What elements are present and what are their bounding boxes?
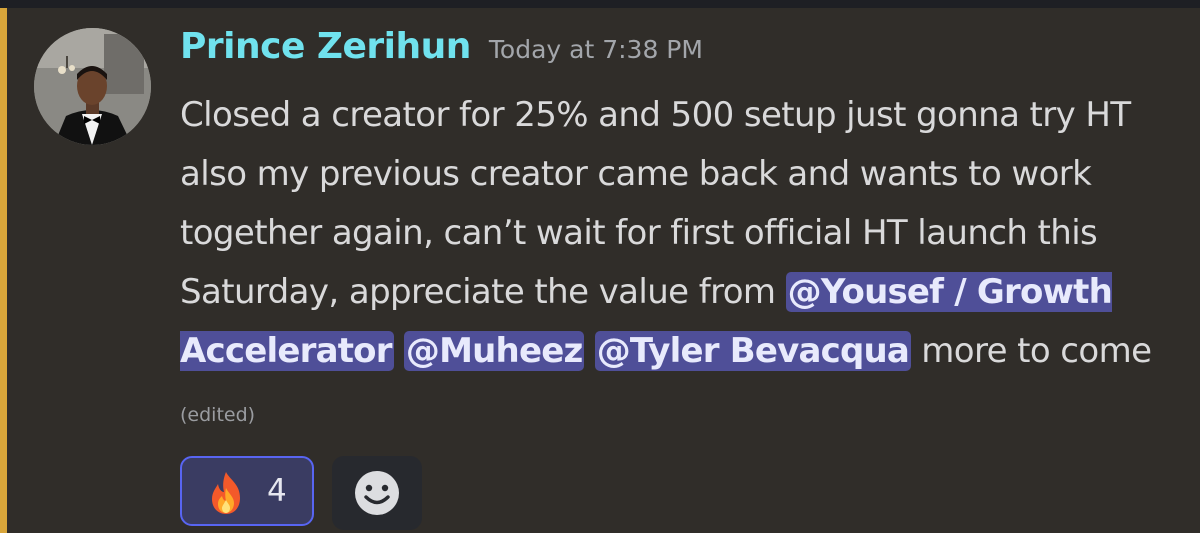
edited-label: (edited) <box>180 404 256 426</box>
message-header: Prince Zerihun Today at 7:38 PM <box>180 26 703 67</box>
message-text-tail: more to come <box>911 331 1152 371</box>
avatar[interactable] <box>34 28 151 145</box>
smiley-icon <box>355 471 399 515</box>
fire-icon <box>204 470 248 516</box>
reaction-fire[interactable]: 4 <box>180 456 314 526</box>
reaction-count: 4 <box>267 473 287 509</box>
add-reaction-button[interactable] <box>332 456 422 530</box>
mention-highlight-bar <box>0 8 7 533</box>
username[interactable]: Prince Zerihun <box>180 26 471 67</box>
top-strip <box>0 0 1200 8</box>
timestamp[interactable]: Today at 7:38 PM <box>489 35 703 64</box>
mention-muheez[interactable]: @Muheez <box>403 331 585 371</box>
chat-message[interactable]: Prince Zerihun Today at 7:38 PM Closed a … <box>7 8 1200 533</box>
message-content: Closed a creator for 25% and 500 setup j… <box>180 86 1180 445</box>
mention-tyler-bevacqua[interactable]: @Tyler Bevacqua <box>594 331 912 371</box>
